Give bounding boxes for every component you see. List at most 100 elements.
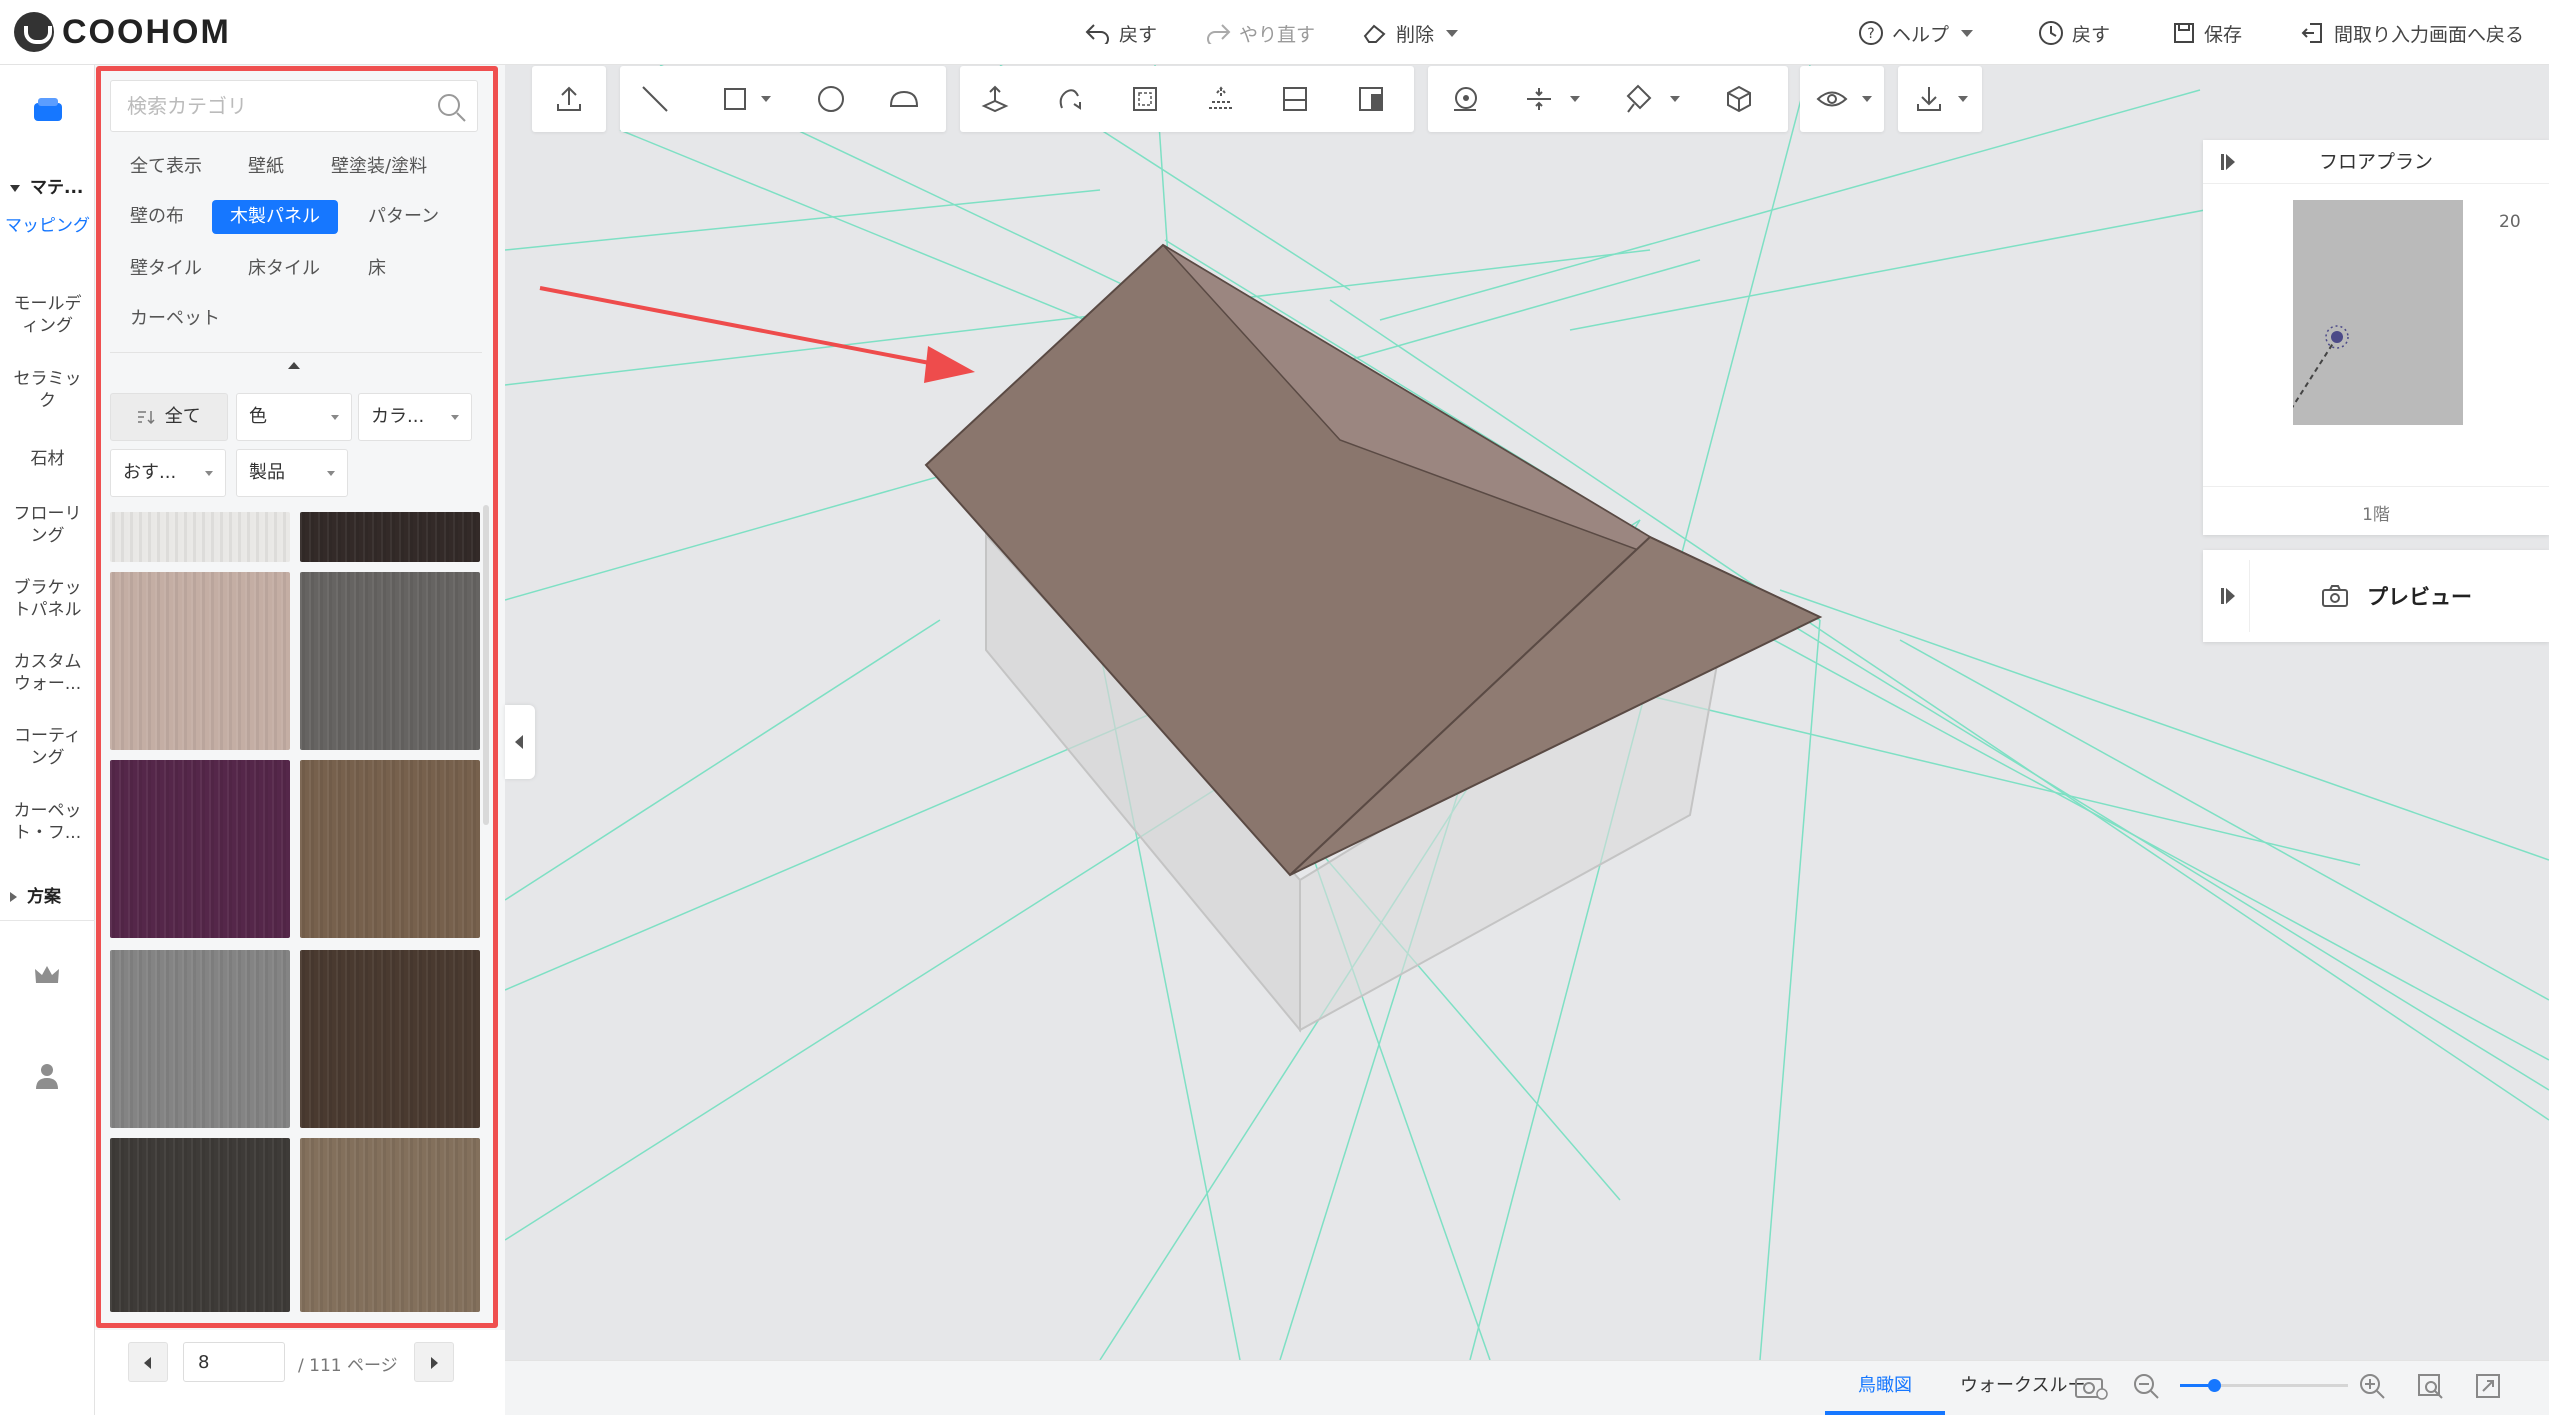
camera-icon [2322,585,2348,607]
material-cube-icon[interactable] [30,95,66,125]
cube-material-icon[interactable] [1724,84,1754,114]
zoom-out-icon[interactable] [2132,1372,2160,1400]
category-carpet[interactable]: カーペット [112,302,238,336]
eye-icon[interactable] [1816,84,1848,114]
category-floor-tile[interactable]: 床タイル [230,252,338,286]
floorplan-minimap[interactable] [2293,200,2463,425]
rotate-tool-icon[interactable] [1054,84,1084,114]
fullscreen-icon[interactable] [2474,1372,2502,1400]
save-button[interactable]: 保存 [2172,18,2242,48]
search-icon[interactable] [436,92,468,124]
panel-scrollbar[interactable] [483,505,489,825]
rail-item-ceramic[interactable]: セラミック [0,368,95,412]
arc-tool-icon[interactable] [888,84,920,114]
category-floor[interactable]: 床 [350,252,404,286]
material-swatch[interactable] [110,950,290,1128]
offset-tool-icon[interactable] [1206,84,1236,114]
material-swatch[interactable] [110,1138,290,1312]
preview-card[interactable]: プレビュー [2203,550,2549,642]
rail-item-mapping[interactable]: マッピング [0,215,95,237]
filter-all[interactable]: 全て [110,393,228,441]
rail-item-carpet[interactable]: カーペット・フ... [0,800,95,844]
rectangle-tool-icon[interactable] [720,84,750,114]
redo-button[interactable]: やり直す [1205,18,1315,48]
tool-group-measure [1428,66,1788,132]
chevron-down-icon[interactable] [1670,96,1680,102]
delete-menu[interactable]: 削除 [1362,18,1459,48]
rail-item-coating[interactable]: コーティング [0,725,95,769]
category-divider [110,352,482,353]
category-search-input[interactable] [110,80,478,132]
zoom-in-icon[interactable] [2358,1372,2386,1400]
push-pull-icon[interactable] [980,84,1010,114]
material-swatch[interactable] [110,572,290,750]
filter-color-scheme[interactable]: カラ... [358,393,472,441]
chevron-down-icon[interactable] [761,96,771,102]
material-swatch[interactable] [300,760,480,938]
split-tool-icon[interactable] [1356,84,1386,114]
collapse-categories-icon[interactable] [288,362,300,369]
category-wall-tile[interactable]: 壁タイル [112,252,220,286]
rail-section-plans[interactable]: 方案 [10,882,61,907]
tool-group-upload [532,66,606,132]
exit-icon [2301,23,2322,43]
rail-item-stone[interactable]: 石材 [0,448,95,470]
upload-icon[interactable] [554,84,584,114]
back-to-floorplan-button[interactable]: 間取り入力画面へ戻る [2300,18,2524,48]
rail-section-materials[interactable]: マテ... [10,173,83,198]
material-swatch[interactable] [300,950,480,1128]
user-icon[interactable] [34,1062,60,1090]
delete-label: 削除 [1396,23,1435,46]
panel-tool-icon[interactable] [1280,84,1310,114]
top-toolbar: COOHOM 戻す やり直す 削除 ? ヘルプ 戻す 保存 間取り入力画面へ戻る [0,0,2549,65]
page-total: / 111 ページ [298,1356,398,1376]
floorplan-scale: 20 [2499,212,2521,232]
circle-tool-icon[interactable] [816,84,846,114]
rail-item-molding[interactable]: モールディング [0,293,95,337]
crown-icon[interactable] [33,963,61,987]
minimap-camera[interactable] [2293,200,2463,425]
toggle-panel-button[interactable] [505,705,535,779]
rail-item-bracket-panel[interactable]: ブラケットパネル [0,577,95,621]
chevron-down-icon [205,471,213,476]
redo-icon [1207,24,1231,44]
expand-icon[interactable] [2221,588,2235,604]
align-tool-icon[interactable] [1524,84,1554,114]
paint-brush-icon[interactable] [1624,84,1654,114]
category-all[interactable]: 全て表示 [112,150,220,184]
tab-birdseye[interactable]: 鳥瞰図 [1825,1360,1945,1415]
help-menu[interactable]: ? ヘルプ [1858,18,1974,48]
chevron-down-icon[interactable] [1862,96,1872,102]
category-wood-panel[interactable]: 木製パネル [212,200,338,234]
filter-color[interactable]: 色 [236,393,352,441]
zoom-slider-handle[interactable] [2207,1379,2221,1392]
app-logo[interactable]: COOHOM [14,12,231,52]
category-wall-fabric[interactable]: 壁の布 [112,200,202,234]
chevron-down-icon[interactable] [1958,96,1968,102]
category-wall-paint[interactable]: 壁塗装/塗料 [313,150,445,184]
category-wallpaper[interactable]: 壁紙 [230,150,302,184]
material-swatch[interactable] [300,512,480,562]
filter-product[interactable]: 製品 [236,449,348,497]
undo-button[interactable]: 戻す [1085,18,1157,48]
next-page-button[interactable] [414,1342,454,1382]
line-tool-icon[interactable] [640,84,670,114]
select-area-icon[interactable] [1130,84,1160,114]
material-swatch[interactable] [110,512,290,562]
history-button[interactable]: 戻す [2038,18,2110,48]
rail-item-flooring[interactable]: フローリング [0,503,95,547]
tab-walkthrough[interactable]: ウォークスルー [1960,1360,2085,1412]
material-swatch[interactable] [300,572,480,750]
chevron-down-icon[interactable] [1570,96,1580,102]
filter-recommend[interactable]: おす... [110,449,226,497]
material-swatch[interactable] [300,1138,480,1312]
page-number-input[interactable] [183,1342,285,1382]
category-pattern[interactable]: パターン [350,200,457,234]
material-swatch[interactable] [110,760,290,938]
download-icon[interactable] [1914,84,1944,114]
prev-page-button[interactable] [128,1342,168,1382]
tape-measure-icon[interactable] [1450,84,1480,114]
camera-settings-icon[interactable] [2074,1372,2108,1400]
zoom-fit-icon[interactable] [2416,1372,2444,1400]
rail-item-custom-wall[interactable]: カスタムウォー... [0,651,95,695]
